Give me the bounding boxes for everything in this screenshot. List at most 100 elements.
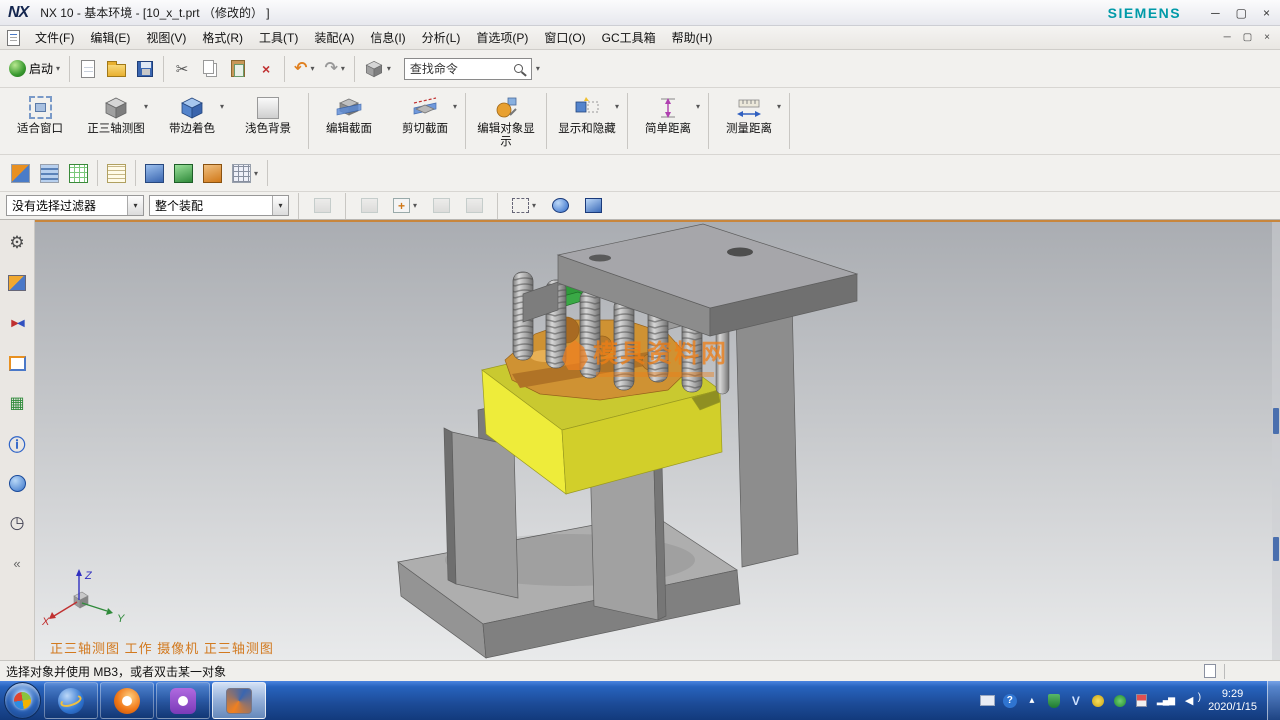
constraint-navigator-button[interactable]: ▶◀ — [4, 310, 30, 336]
clip-section-button[interactable]: ▾ 剪切截面 — [387, 88, 463, 154]
paste-button[interactable] — [224, 54, 252, 84]
chevron-down-icon[interactable]: ▾ — [453, 102, 457, 111]
chevron-down-icon[interactable]: ▾ — [536, 64, 540, 73]
menu-gc-toolbox[interactable]: GC工具箱 — [594, 26, 664, 49]
save-button[interactable] — [131, 54, 159, 84]
taskbar-nx-button[interactable] — [212, 682, 266, 719]
cut-button[interactable]: ✂ — [168, 54, 196, 84]
chevron-down-icon[interactable]: ▾ — [310, 64, 314, 73]
chevron-down-icon[interactable]: ▾ — [220, 102, 224, 111]
redo-button[interactable]: ↷▾ — [319, 54, 349, 84]
child-minimize-button[interactable]: ─ — [1224, 32, 1231, 43]
status-page-icon[interactable] — [1204, 664, 1216, 678]
snap-point-button[interactable] — [355, 191, 383, 221]
roles-button[interactable]: ⚙ — [4, 230, 30, 256]
chevron-down-icon[interactable]: ▾ — [615, 102, 619, 111]
menu-assemblies[interactable]: 装配(A) — [306, 26, 362, 49]
snap-options-button[interactable] — [308, 191, 336, 221]
view-orient-button[interactable]: ▾ — [359, 54, 396, 84]
edit-object-display-button[interactable]: 编辑对象显示 — [468, 88, 544, 154]
menu-edit[interactable]: 编辑(E) — [82, 26, 138, 49]
scrollbar-thumb[interactable] — [1273, 537, 1279, 561]
menu-view[interactable]: 视图(V) — [138, 26, 194, 49]
add-component-button[interactable] — [140, 158, 169, 188]
menu-information[interactable]: 信息(I) — [362, 26, 413, 49]
taskbar-browser-1-button[interactable] — [44, 682, 98, 719]
start-button[interactable]: 启动 ▾ — [4, 54, 65, 84]
measure-distance-button[interactable]: ▾ 测量距离 — [711, 88, 787, 154]
undo-button[interactable]: ↶▾ — [289, 54, 319, 84]
scrollbar-thumb[interactable] — [1273, 408, 1279, 434]
move-component-button[interactable] — [169, 158, 198, 188]
taskbar-app-3-button[interactable] — [156, 682, 210, 719]
show-hide-button[interactable]: ▾ 显示和隐藏 — [549, 88, 625, 154]
spreadsheet-button[interactable] — [64, 158, 93, 188]
tray-network-icon[interactable]: ▂▄▆ — [1157, 693, 1174, 709]
menu-window[interactable]: 窗口(O) — [536, 26, 593, 49]
chevron-down-icon[interactable]: ▾ — [413, 201, 417, 210]
tray-yellow-dot-icon[interactable] — [1091, 693, 1105, 709]
fit-window-button[interactable]: 适合窗口 — [2, 88, 78, 154]
simple-distance-button[interactable]: ▾ 简单距离 — [630, 88, 706, 154]
chevron-down-icon[interactable]: ▾ — [341, 64, 345, 73]
history-button[interactable]: ◷ — [4, 510, 30, 536]
chevron-down-icon[interactable]: ▾ — [696, 102, 700, 111]
menu-help[interactable]: 帮助(H) — [664, 26, 721, 49]
layer-settings-button[interactable] — [35, 158, 64, 188]
menu-format[interactable]: 格式(R) — [194, 26, 251, 49]
isometric-view-button[interactable]: ▾ 正三轴测图 — [78, 88, 154, 154]
new-file-button[interactable] — [74, 54, 102, 84]
journal-button[interactable] — [102, 158, 131, 188]
assembly-navigator-button[interactable] — [4, 270, 30, 296]
chevron-down-icon[interactable]: ▾ — [254, 169, 258, 178]
rectangle-select-button[interactable]: ▾ — [507, 191, 541, 221]
edit-section-button[interactable]: 编辑截面 — [311, 88, 387, 154]
tray-v-icon[interactable]: V — [1069, 693, 1083, 709]
chevron-down-icon[interactable]: ▾ — [272, 196, 288, 215]
command-finder[interactable] — [404, 58, 532, 80]
snap-intersection-button[interactable] — [460, 191, 488, 221]
move-object-button[interactable] — [6, 158, 35, 188]
web-browser-button[interactable] — [4, 470, 30, 496]
delete-button[interactable]: × — [252, 54, 280, 84]
selection-scope-combo[interactable]: 整个装配 ▾ — [149, 195, 289, 216]
tray-flag-icon[interactable] — [1135, 693, 1149, 709]
reuse-library-button[interactable]: ▦ — [4, 390, 30, 416]
tray-help-icon[interactable]: ? — [1003, 694, 1017, 708]
maximize-button[interactable]: ▢ — [1236, 6, 1247, 20]
shaded-with-edges-button[interactable]: ▾ 带边着色 — [154, 88, 230, 154]
show-desktop-button[interactable] — [1267, 681, 1280, 720]
tray-green-dot-icon[interactable] — [1113, 693, 1127, 709]
chevron-down-icon[interactable]: ▾ — [144, 102, 148, 111]
open-button[interactable] — [102, 54, 131, 84]
close-button[interactable]: × — [1263, 6, 1270, 20]
menu-preferences[interactable]: 首选项(P) — [468, 26, 536, 49]
selection-filter-combo[interactable]: 没有选择过滤器 ▾ — [6, 195, 144, 216]
search-input[interactable] — [410, 62, 514, 76]
collapse-button[interactable]: « — [4, 550, 30, 576]
menu-file[interactable]: 文件(F) — [27, 26, 82, 49]
highlight-sphere-button[interactable] — [546, 191, 574, 221]
point-dialog-button[interactable]: +▾ — [388, 191, 422, 221]
taskbar-clock[interactable]: 9:29 2020/1/15 — [1202, 688, 1267, 714]
start-menu-button[interactable] — [4, 682, 41, 719]
chevron-down-icon[interactable]: ▾ — [532, 201, 536, 210]
menu-tools[interactable]: 工具(T) — [251, 26, 306, 49]
chevron-down-icon[interactable]: ▾ — [127, 196, 143, 215]
graphics-window[interactable]: 模具资料网 Z X Y 正三轴测图 工作 摄像机 正三轴测图 — [35, 220, 1280, 660]
menu-analysis[interactable]: 分析(L) — [414, 26, 469, 49]
tray-shield-icon[interactable] — [1047, 693, 1061, 709]
minimize-button[interactable]: ─ — [1211, 6, 1220, 20]
assembly-constraints-button[interactable] — [198, 158, 227, 188]
snap-midpoint-button[interactable] — [427, 191, 455, 221]
highlight-solid-button[interactable] — [579, 191, 607, 221]
tray-hidden-icons-chevron[interactable]: ▴ — [1025, 693, 1039, 709]
child-restore-button[interactable]: ▢ — [1243, 32, 1252, 43]
chevron-down-icon[interactable]: ▾ — [387, 64, 391, 73]
tray-keyboard-icon[interactable] — [980, 693, 995, 709]
light-background-button[interactable]: 浅色背景 — [230, 88, 306, 154]
tray-volume-icon[interactable]: ◀ — [1182, 693, 1196, 709]
hd3d-tools-button[interactable]: ⓘ — [4, 430, 30, 456]
chevron-down-icon[interactable]: ▾ — [777, 102, 781, 111]
part-navigator-button[interactable] — [4, 350, 30, 376]
